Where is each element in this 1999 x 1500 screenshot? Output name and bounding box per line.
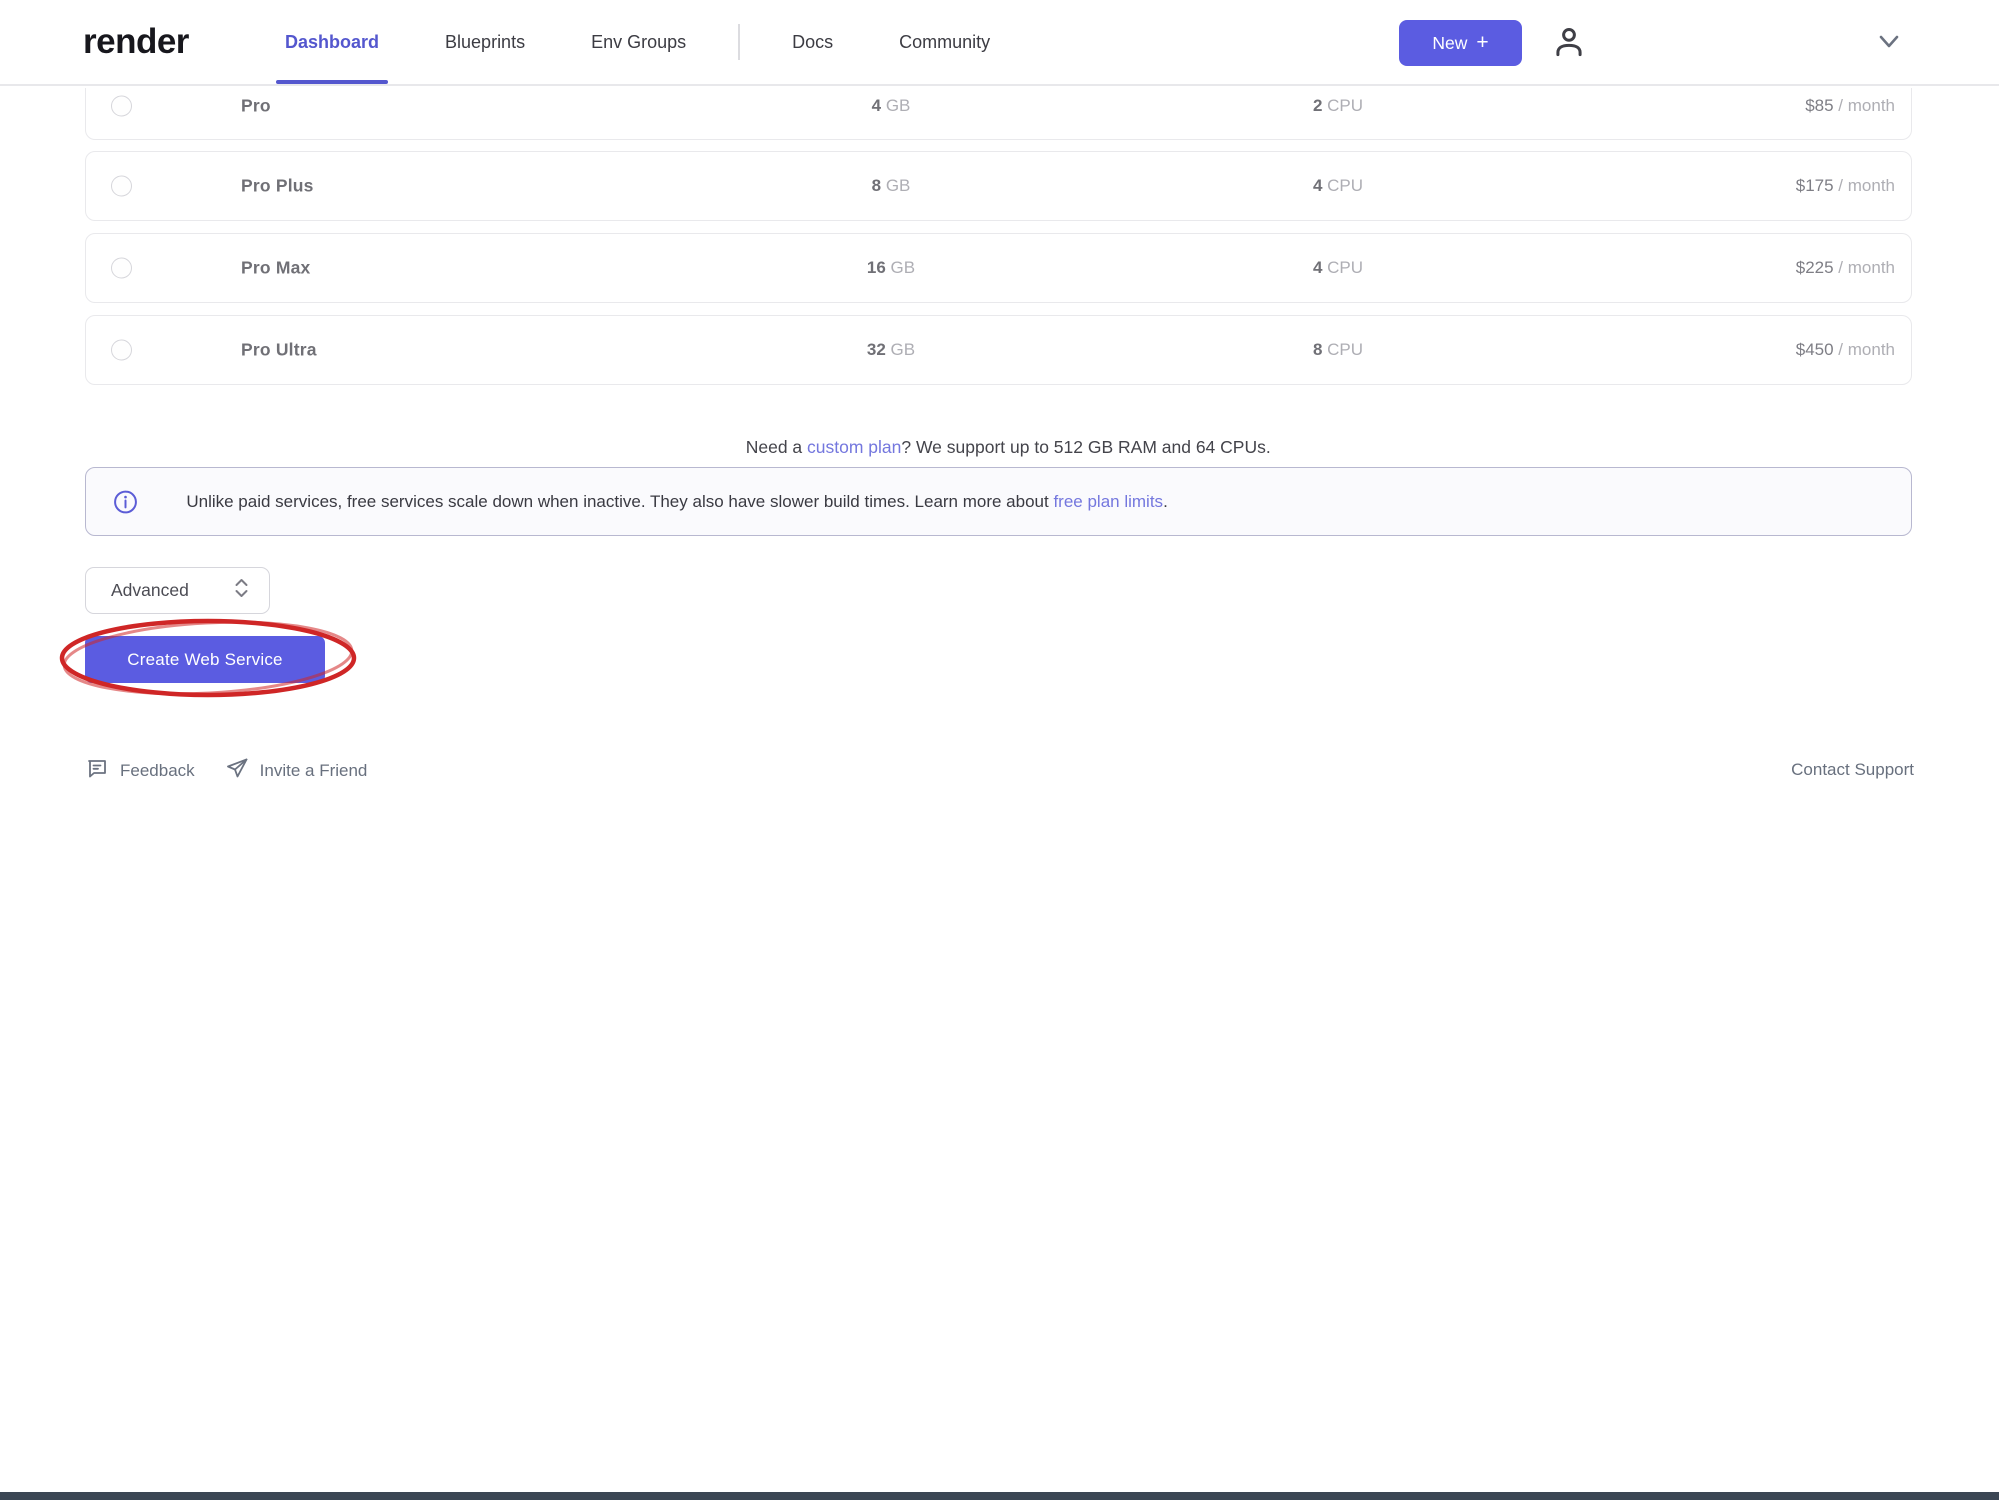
nav-item-community[interactable]: Community [899, 0, 990, 84]
nav-item-dashboard[interactable]: Dashboard [285, 0, 379, 84]
nav-item-docs[interactable]: Docs [792, 0, 833, 84]
footer-links: Feedback Invite a Friend [85, 756, 367, 785]
nav-item-label: Env Groups [591, 32, 686, 53]
paper-plane-icon [225, 756, 249, 785]
nav-item-label: Docs [792, 32, 833, 53]
custom-plan-suffix: ? We support up to 512 GB RAM and 64 CPU… [901, 437, 1270, 457]
create-button-label: Create Web Service [127, 650, 282, 670]
plan-radio[interactable] [111, 340, 132, 361]
plan-name: Pro Plus [241, 176, 314, 197]
plan-price: $85 / month [1805, 96, 1895, 116]
top-navbar: render Dashboard Blueprints Env Groups D… [0, 0, 1999, 86]
feedback-label: Feedback [120, 761, 195, 781]
user-icon [1550, 23, 1588, 64]
plan-radio[interactable] [111, 258, 132, 279]
render-dashboard-page: render Dashboard Blueprints Env Groups D… [0, 0, 1999, 1500]
plan-price: $175 / month [1796, 176, 1895, 196]
nav-item-label: Community [899, 32, 990, 53]
nav-item-label: Blueprints [445, 32, 525, 53]
invite-friend-link[interactable]: Invite a Friend [225, 756, 368, 785]
chevron-down-icon [1877, 34, 1901, 53]
nav-item-env-groups[interactable]: Env Groups [591, 0, 686, 84]
free-plan-limits-link[interactable]: free plan limits [1053, 492, 1163, 511]
free-plan-info-banner: Unlike paid services, free services scal… [85, 467, 1912, 536]
plan-row-pro-plus[interactable]: Pro Plus 8 GB 4 CPU $175 / month [85, 151, 1912, 221]
plan-radio[interactable] [111, 176, 132, 197]
primary-nav: Dashboard Blueprints Env Groups Docs Com… [285, 0, 990, 84]
plan-name: Pro Max [241, 258, 310, 279]
feedback-link[interactable]: Feedback [85, 756, 195, 785]
plan-cpu: 4 CPU [1238, 258, 1438, 278]
plan-price: $225 / month [1796, 258, 1895, 278]
plan-ram: 16 GB [791, 258, 991, 278]
plan-ram: 32 GB [791, 340, 991, 360]
contact-support-link[interactable]: Contact Support [1791, 760, 1914, 780]
plan-cpu: 4 CPU [1238, 176, 1438, 196]
active-tab-underline [276, 80, 388, 84]
invite-label: Invite a Friend [260, 761, 368, 781]
plan-radio[interactable] [111, 96, 132, 117]
plan-cpu: 8 CPU [1238, 340, 1438, 360]
plan-price: $450 / month [1796, 340, 1895, 360]
account-menu-button[interactable] [1548, 22, 1590, 64]
nav-item-label: Dashboard [285, 32, 379, 53]
plan-row-pro[interactable]: Pro 4 GB 2 CPU $85 / month [85, 88, 1912, 140]
new-button[interactable]: New + [1399, 20, 1522, 66]
banner-text: Unlike paid services, free services scal… [158, 472, 1168, 532]
plan-name: Pro Ultra [241, 340, 317, 361]
custom-plan-prefix: Need a [746, 437, 807, 457]
plan-cpu: 2 CPU [1238, 96, 1438, 116]
nav-divider [738, 24, 740, 60]
plan-ram: 8 GB [791, 176, 991, 196]
custom-plan-link[interactable]: custom plan [807, 437, 901, 457]
advanced-label: Advanced [111, 580, 189, 601]
advanced-toggle[interactable]: Advanced [85, 567, 270, 614]
plan-name: Pro [241, 96, 271, 117]
bottom-bar [0, 1492, 1999, 1500]
plan-row-pro-ultra[interactable]: Pro Ultra 32 GB 8 CPU $450 / month [85, 315, 1912, 385]
workspace-dropdown-button[interactable] [1874, 30, 1904, 56]
nav-item-blueprints[interactable]: Blueprints [445, 0, 525, 84]
render-logo[interactable]: render [83, 0, 189, 84]
feedback-bubble-icon [85, 756, 109, 785]
plus-icon: + [1476, 32, 1488, 53]
plan-row-pro-max[interactable]: Pro Max 16 GB 4 CPU $225 / month [85, 233, 1912, 303]
new-button-label: New [1432, 33, 1467, 54]
unfold-chevrons-icon [232, 577, 251, 604]
info-icon [113, 489, 138, 514]
create-web-service-button[interactable]: Create Web Service [85, 636, 325, 683]
plan-ram: 4 GB [791, 96, 991, 116]
